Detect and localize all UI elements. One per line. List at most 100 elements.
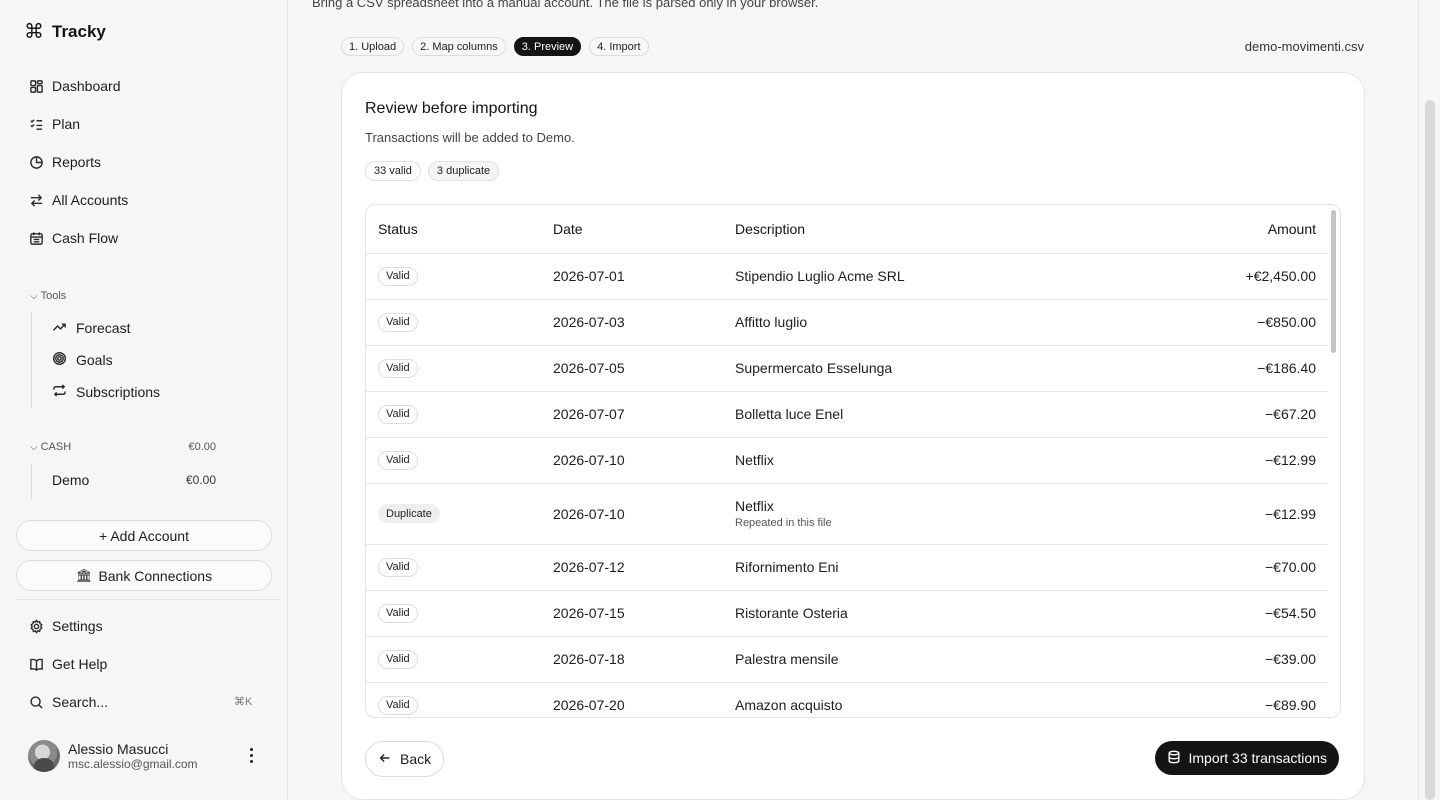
description-text: Supermercato Esselunga xyxy=(735,360,893,376)
column-header-date: Date xyxy=(541,205,723,254)
status-cell: Valid xyxy=(366,299,541,346)
tools-section-toggle[interactable]: ⌵ Tools xyxy=(30,290,66,302)
sidebar-item-forecast[interactable]: Forecast xyxy=(52,317,130,339)
table-row[interactable]: Valid 2026-07-12 Rifornimento Eni −€70.00 xyxy=(366,544,1328,591)
amount-cell: +€2,450.00 xyxy=(1129,253,1328,300)
table-row[interactable]: Valid 2026-07-03 Affitto luglio −€850.00 xyxy=(366,299,1328,346)
sidebar-item-dashboard[interactable]: Dashboard xyxy=(28,74,121,98)
column-header-amount: Amount xyxy=(1129,205,1328,254)
pie-chart-icon xyxy=(28,154,44,170)
status-cell: Valid xyxy=(366,590,541,637)
status-cell: Valid xyxy=(366,437,541,484)
cash-tree-line xyxy=(31,463,32,499)
summary-badges: 33 valid 3 duplicate xyxy=(365,161,500,181)
sidebar-item-goals[interactable]: Goals xyxy=(52,349,113,371)
back-button[interactable]: Back xyxy=(365,741,445,777)
card-title: Review before importing xyxy=(365,100,538,117)
sidebar-item-plan[interactable]: Plan xyxy=(28,112,80,136)
import-stepper: 1. Upload 2. Map columns 3. Preview 4. I… xyxy=(341,37,649,56)
cash-group-label: CASH xyxy=(40,441,72,453)
status-badge: Valid xyxy=(378,266,418,286)
sidebar-item-label: Subscriptions xyxy=(76,384,161,400)
app-name: Tracky xyxy=(52,22,106,41)
sidebar-item-label: Cash Flow xyxy=(52,230,119,246)
app-brand[interactable]: ⌘ Tracky xyxy=(24,22,106,42)
date-cell: 2026-07-10 xyxy=(541,483,723,545)
status-cell: Valid xyxy=(366,391,541,438)
chevron-down-icon: ⌵ xyxy=(30,441,38,453)
table-row[interactable]: Valid 2026-07-10 Netflix −€12.99 xyxy=(366,437,1328,484)
account-balance: €0.00 xyxy=(185,473,216,487)
step-upload[interactable]: 1. Upload xyxy=(341,37,405,56)
date-cell: 2026-07-20 xyxy=(541,682,723,717)
status-cell: Valid xyxy=(366,636,541,683)
sidebar-item-cash-flow[interactable]: Cash Flow xyxy=(28,226,118,250)
sidebar: ⌘ Tracky Dashboard Plan Reports All Acco… xyxy=(0,0,288,800)
more-options-icon[interactable] xyxy=(248,748,254,763)
step-preview[interactable]: 3. Preview xyxy=(513,37,582,56)
table-scrollbar-thumb[interactable] xyxy=(1331,210,1336,353)
description-text: Palestra mensile xyxy=(735,651,839,667)
cash-group-header[interactable]: ⌵ CASH €0.00 xyxy=(30,441,216,453)
description-cell: Netflix Repeated in this file xyxy=(723,483,1130,545)
back-label: Back xyxy=(400,751,432,767)
amount-cell: −€39.00 xyxy=(1129,636,1328,683)
sidebar-account-demo[interactable]: Demo €0.00 xyxy=(52,472,216,488)
user-profile[interactable]: Alessio Masucci msc.alessio@gmail.com xyxy=(28,740,198,772)
arrow-left-icon xyxy=(378,751,392,768)
date-cell: 2026-07-05 xyxy=(541,345,723,392)
sidebar-search[interactable]: Search... xyxy=(28,690,108,714)
date-cell: 2026-07-18 xyxy=(541,636,723,683)
description-cell: Netflix xyxy=(723,437,1130,484)
table-row[interactable]: Valid 2026-07-20 Amazon acquisto −€89.90 xyxy=(366,682,1328,717)
sidebar-item-all-accounts[interactable]: All Accounts xyxy=(28,188,128,212)
step-map-columns[interactable]: 2. Map columns xyxy=(412,37,506,56)
user-email: msc.alessio@gmail.com xyxy=(68,757,198,771)
column-header-description: Description xyxy=(723,205,1130,254)
table-row[interactable]: Duplicate 2026-07-10 Netflix Repeated in th… xyxy=(366,483,1328,545)
import-button[interactable]: Import 33 transactions xyxy=(1155,741,1339,775)
sidebar-item-settings[interactable]: Settings xyxy=(28,614,103,638)
sidebar-item-label: Settings xyxy=(52,618,103,634)
description-text: Rifornimento Eni xyxy=(735,559,839,575)
account-name: Demo xyxy=(52,472,90,488)
amount-cell: −€12.99 xyxy=(1129,437,1328,484)
step-import[interactable]: 4. Import xyxy=(589,37,649,56)
add-account-button[interactable]: + Add Account xyxy=(16,520,272,551)
amount-cell: −€186.40 xyxy=(1129,345,1328,392)
description-cell: Affitto luglio xyxy=(723,299,1130,346)
description-cell: Rifornimento Eni xyxy=(723,544,1130,591)
sidebar-item-get-help[interactable]: Get Help xyxy=(28,652,107,676)
description-text: Amazon acquisto xyxy=(735,697,843,713)
table-row[interactable]: Valid 2026-07-07 Bolletta luce Enel −€67.20 xyxy=(366,391,1328,438)
date-cell: 2026-07-12 xyxy=(541,544,723,591)
table-row[interactable]: Valid 2026-07-15 Ristorante Osteria −€54.50 xyxy=(366,590,1328,637)
trend-icon xyxy=(52,319,67,337)
target-icon xyxy=(52,351,67,369)
status-cell: Valid xyxy=(366,682,541,717)
page-scrollbar-thumb[interactable] xyxy=(1425,100,1435,800)
cash-group-total: €0.00 xyxy=(188,441,216,453)
sidebar-item-reports[interactable]: Reports xyxy=(28,150,101,174)
status-badge: Valid xyxy=(378,404,418,424)
table-row[interactable]: Valid 2026-07-01 Stipendio Luglio Acme SRL… xyxy=(366,253,1328,300)
chevron-down-icon: ⌵ xyxy=(30,290,38,302)
sidebar-item-subscriptions[interactable]: Subscriptions xyxy=(52,381,160,403)
description-note: Repeated in this file xyxy=(735,517,832,529)
table-row[interactable]: Valid 2026-07-18 Palestra mensile −€39.00 xyxy=(366,636,1328,683)
page-scrollbar[interactable] xyxy=(1418,0,1440,800)
transactions-table[interactable]: Status Date Description Amount Valid 2026… xyxy=(365,204,1341,718)
description-text: Ristorante Osteria xyxy=(735,605,848,621)
page-subtitle: Bring a CSV spreadsheet into a manual ac… xyxy=(312,0,819,10)
status-badge: Valid xyxy=(378,450,418,470)
sidebar-divider xyxy=(16,599,280,600)
amount-cell: −€12.99 xyxy=(1129,483,1328,545)
command-logo-icon: ⌘ xyxy=(24,21,44,43)
table-row[interactable]: Valid 2026-07-05 Supermercato Esselunga −€1… xyxy=(366,345,1328,392)
table-header-row: Status Date Description Amount xyxy=(366,205,1328,254)
file-name: demo-movimenti.csv xyxy=(1244,39,1364,54)
amount-cell: −€70.00 xyxy=(1129,544,1328,591)
bank-connections-button[interactable]: 🏛 Bank Connections xyxy=(16,560,272,591)
transfer-arrows-icon xyxy=(28,192,44,208)
avatar xyxy=(28,740,60,772)
